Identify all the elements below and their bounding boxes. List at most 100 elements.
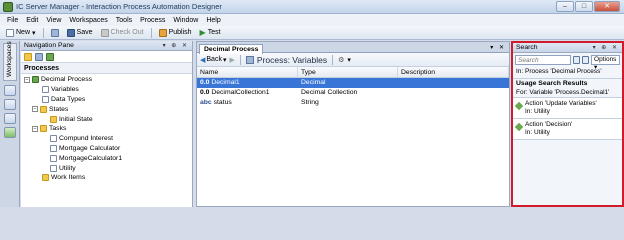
menu-file[interactable]: File [3, 17, 22, 24]
chevron-down-icon: ▾ [32, 29, 36, 37]
test-label: Test [207, 29, 221, 36]
tab-decimal-process[interactable]: Decimal Process [199, 44, 264, 54]
state-icon [50, 115, 57, 123]
nav-separator [332, 54, 334, 65]
menu-window[interactable]: Window [169, 17, 202, 24]
tree-item-label: MortgageCalculator1 [59, 154, 123, 162]
window-controls: ‒ □ ✕ [556, 1, 620, 12]
workspaces-tab-label: Workspaces [6, 41, 13, 77]
maximize-button[interactable]: □ [575, 1, 593, 12]
chevron-down-icon[interactable]: ▾ [347, 56, 351, 64]
tree-item-root[interactable]: − Decimal Process [21, 75, 192, 85]
tree-item-initial-state[interactable]: Initial State [21, 114, 192, 124]
save-icon [66, 28, 75, 37]
menu-workspaces[interactable]: Workspaces [65, 17, 111, 24]
nav-separator [239, 54, 241, 65]
grid-button[interactable] [48, 27, 62, 39]
tab-controls[interactable]: ▾ ✕ [490, 44, 506, 51]
tree-item-task[interactable]: MortgageCalculator1 [21, 153, 192, 163]
back-button[interactable]: ◀ Back ▾ [200, 56, 226, 64]
people-icon[interactable] [4, 99, 16, 110]
server-icon[interactable] [4, 85, 16, 96]
close-button[interactable]: ✕ [594, 1, 620, 12]
variable-name: Decimal1 [211, 79, 240, 86]
save-label: Save [76, 29, 93, 36]
new-label: New [16, 29, 31, 36]
search-result[interactable]: Action 'Update Variables' In: Utility [513, 98, 622, 119]
title-bar: IC Server Manager - Interaction Process … [0, 0, 624, 14]
properties-icon[interactable] [35, 52, 43, 61]
tree-item-work-items[interactable]: Work Items [21, 173, 192, 183]
variable-name: DecimalCollection1 [211, 89, 270, 96]
settings-icon[interactable]: ⚙ [338, 56, 344, 64]
table-row[interactable]: 0.0 Decimal1 Decimal [197, 78, 509, 88]
column-type[interactable]: Type [298, 67, 398, 77]
table-cell-name: abc status [197, 98, 298, 108]
column-name[interactable]: Name [197, 67, 298, 77]
table-cell-type: Decimal [301, 79, 326, 86]
collapse-icon[interactable]: − [32, 125, 38, 132]
options-button[interactable]: Options ▾ [591, 55, 620, 71]
tree-item-states[interactable]: − States [21, 104, 192, 114]
menu-process[interactable]: Process [136, 17, 169, 24]
decimal-type-icon: 0.0 [200, 89, 210, 96]
tree-item-label: Mortgage Calculator [59, 144, 121, 152]
tree-item-variables[interactable]: Variables [21, 85, 192, 95]
publish-button[interactable]: Publish [156, 27, 195, 39]
window-title: IC Server Manager - Interaction Process … [16, 2, 222, 11]
tree-item-task[interactable]: Utility [21, 163, 192, 173]
gear-icon[interactable] [4, 113, 16, 124]
tree-item-tasks[interactable]: − Tasks [21, 124, 192, 134]
clear-icon[interactable] [582, 56, 590, 64]
menu-help[interactable]: Help [202, 17, 224, 24]
tree-item-label: Variables [51, 86, 79, 94]
menu-tools[interactable]: Tools [112, 17, 136, 24]
search-target: For: Variable 'Process.Decimal1' [513, 88, 622, 98]
search-icon[interactable] [573, 56, 581, 64]
menu-edit[interactable]: Edit [22, 17, 42, 24]
search-result[interactable]: Action 'Decision' In: Utility [513, 119, 622, 140]
menu-view[interactable]: View [42, 17, 65, 24]
main-toolbar: New ▾ Save Check Out Publish ▶ Test [0, 26, 624, 40]
new-button[interactable]: New ▾ [3, 27, 39, 39]
search-input[interactable] [515, 55, 571, 65]
result-text: Action 'Update Variables' In: Utility [525, 100, 597, 116]
process-icon [32, 76, 39, 84]
task-icon [50, 144, 57, 152]
table-cell-description [398, 88, 509, 98]
open-folder-icon[interactable] [24, 52, 32, 61]
check-out-button[interactable]: Check Out [98, 27, 147, 39]
tree-item-label: Tasks [49, 125, 67, 133]
table-row[interactable]: 0.0 DecimalCollection1 Decimal Collectio… [197, 88, 509, 98]
data-types-icon [42, 95, 49, 103]
table-row[interactable]: abc status String [197, 98, 509, 108]
collapse-icon[interactable]: − [32, 106, 38, 113]
process-icon[interactable] [4, 127, 16, 138]
publish-label: Publish [168, 29, 192, 36]
app-icon [3, 2, 13, 12]
result-location: In: Utility [525, 129, 550, 136]
result-title: Action 'Update Variables' [525, 100, 597, 107]
tree-item-task[interactable]: Compund Interest [21, 134, 192, 144]
task-icon [50, 154, 57, 162]
action-icon [514, 122, 524, 132]
minimize-button[interactable]: ‒ [556, 1, 574, 12]
folder-icon [40, 125, 47, 133]
collapse-icon[interactable]: − [24, 76, 30, 83]
pane-controls[interactable]: ▾ ⊕ ✕ [593, 44, 619, 51]
pane-controls[interactable]: ▾ ⊕ ✕ [163, 42, 189, 49]
result-title: Action 'Decision' [525, 121, 573, 128]
workspaces-tab[interactable]: Workspaces [3, 41, 17, 81]
table-cell-name: 0.0 Decimal1 [197, 78, 298, 88]
test-button[interactable]: ▶ Test [197, 27, 224, 39]
editor-panel: Decimal Process ▾ ✕ ◀ Back ▾ ▶ Process: … [196, 41, 510, 207]
check-out-icon [100, 28, 109, 37]
tree-item-task[interactable]: Mortgage Calculator [21, 144, 192, 154]
tree-item-data-types[interactable]: Data Types [21, 95, 192, 105]
save-button[interactable]: Save [64, 27, 96, 39]
variable-name: status [213, 99, 232, 106]
refresh-icon[interactable] [46, 52, 54, 61]
column-description[interactable]: Description [398, 67, 509, 77]
arrow-right-icon[interactable]: ▶ [229, 56, 234, 64]
table-cell-description [398, 98, 509, 108]
